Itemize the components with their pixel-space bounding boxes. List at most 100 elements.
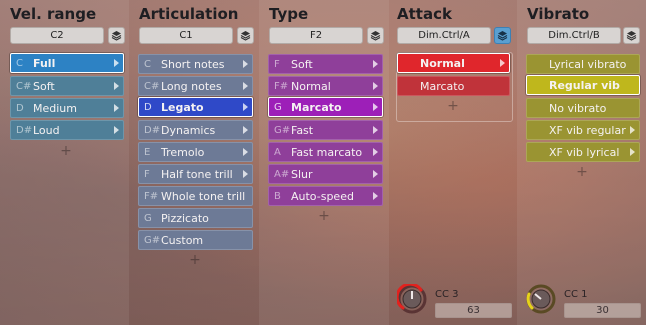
- list-item-short-notes[interactable]: C Short notes: [138, 54, 253, 74]
- list-item-attack-normal[interactable]: Normal: [397, 53, 510, 73]
- list-item-loud[interactable]: D# Loud: [10, 120, 124, 140]
- keyswitch-selector[interactable]: C2: [10, 27, 104, 44]
- note-label: G: [274, 101, 282, 113]
- list-item-soft[interactable]: C# Soft: [10, 76, 124, 96]
- chevron-right-icon: [243, 170, 248, 178]
- note-label: D: [144, 101, 152, 113]
- keyswitch-selector[interactable]: C1: [139, 27, 233, 44]
- column-articulation: Articulation C1 C Short notes C# Long no…: [129, 0, 259, 325]
- list-item-custom[interactable]: G# Custom: [138, 230, 253, 250]
- vibrato-cc-knob[interactable]: [526, 284, 556, 314]
- list-item-regular-vib[interactable]: Regular vib: [526, 75, 640, 95]
- note-label: C#: [144, 80, 160, 92]
- note-label: B: [274, 190, 281, 202]
- item-label: Fast: [291, 123, 314, 137]
- add-item-button[interactable]: +: [314, 208, 334, 224]
- note-label: D#: [16, 124, 33, 136]
- layers-button[interactable]: [623, 27, 640, 44]
- note-label: F: [144, 168, 150, 180]
- list-item-full[interactable]: C Full: [10, 53, 124, 73]
- note-label: F: [274, 58, 280, 70]
- item-label: Short notes: [161, 57, 225, 71]
- layers-button[interactable]: [237, 27, 254, 44]
- keyswitch-selector[interactable]: F2: [269, 27, 363, 44]
- add-item-button[interactable]: +: [572, 164, 592, 180]
- chevron-right-icon: [373, 170, 378, 178]
- list-item-pizzicato[interactable]: G Pizzicato: [138, 208, 253, 228]
- add-item-button[interactable]: +: [443, 98, 463, 114]
- attack-controller-selector[interactable]: Dim.Ctrl/A: [397, 27, 491, 44]
- item-label: Soft: [33, 79, 55, 93]
- list-item-legato[interactable]: D Legato: [138, 97, 253, 117]
- layers-icon: [370, 31, 381, 41]
- item-label: Normal: [291, 79, 331, 93]
- item-label: Full: [33, 56, 56, 70]
- item-label: Lyrical vibrato: [549, 57, 627, 71]
- chevron-right-icon: [243, 82, 248, 90]
- item-label: Normal: [420, 56, 465, 70]
- item-label: Marcato: [291, 100, 342, 114]
- attack-cc-knob[interactable]: [397, 284, 427, 314]
- list-item-marcato[interactable]: G Marcato: [268, 97, 383, 117]
- column-vel-range: Vel. range C2 C Full C# Soft D Medium D#…: [0, 0, 129, 325]
- note-label: D#: [144, 124, 161, 136]
- item-label: Whole tone trill: [161, 189, 246, 203]
- chevron-right-icon: [114, 59, 119, 67]
- layers-button[interactable]: [108, 27, 125, 44]
- chevron-right-icon: [373, 192, 378, 200]
- list-item-fast-marcato[interactable]: A Fast marcato: [268, 142, 383, 162]
- item-label: Slur: [291, 167, 313, 181]
- list-item-no-vibrato[interactable]: No vibrato: [526, 98, 640, 118]
- list-item-fast[interactable]: G# Fast: [268, 120, 383, 140]
- item-label: Pizzicato: [161, 211, 209, 225]
- list-item-tremolo[interactable]: E Tremolo: [138, 142, 253, 162]
- note-label: A#: [274, 168, 290, 180]
- item-label: XF vib regular: [549, 123, 626, 137]
- chevron-right-icon: [373, 126, 378, 134]
- list-item-dynamics[interactable]: D# Dynamics: [138, 120, 253, 140]
- list-item-lyrical-vibrato[interactable]: Lyrical vibrato: [526, 54, 640, 74]
- list-item-half-tone-trill[interactable]: F Half tone trill: [138, 164, 253, 184]
- list-item-normal[interactable]: F# Normal: [268, 76, 383, 96]
- note-label: C#: [16, 80, 32, 92]
- note-label: C: [16, 57, 23, 69]
- vibrato-controller-selector[interactable]: Dim.Ctrl/B: [527, 27, 621, 44]
- list-item-attack-marcato[interactable]: Marcato: [397, 76, 510, 96]
- item-label: Dynamics: [161, 123, 216, 137]
- list-item-xf-vib-lyrical[interactable]: XF vib lyrical: [526, 142, 640, 162]
- note-label: G#: [274, 124, 291, 136]
- column-vibrato: Vibrato Dim.Ctrl/B Lyrical vibrato Regul…: [517, 0, 646, 325]
- list-item-soft[interactable]: F Soft: [268, 54, 383, 74]
- chevron-right-icon: [243, 60, 248, 68]
- list-item-xf-vib-regular[interactable]: XF vib regular: [526, 120, 640, 140]
- note-label: F#: [144, 190, 159, 202]
- note-label: G#: [144, 234, 161, 246]
- note-label: C: [144, 58, 151, 70]
- chevron-right-icon: [500, 59, 505, 67]
- list-item-medium[interactable]: D Medium: [10, 98, 124, 118]
- column-title-attack: Attack: [397, 5, 452, 23]
- add-item-button[interactable]: +: [185, 252, 205, 268]
- layers-button[interactable]: [367, 27, 384, 44]
- vibrato-cc-value[interactable]: 30: [564, 303, 641, 318]
- note-label: G: [144, 212, 152, 224]
- chevron-right-icon: [243, 126, 248, 134]
- column-title: Vel. range: [10, 5, 97, 23]
- chevron-right-icon: [243, 148, 248, 156]
- list-item-long-notes[interactable]: C# Long notes: [138, 76, 253, 96]
- layers-icon: [626, 31, 637, 41]
- item-label: Legato: [161, 100, 204, 114]
- chevron-right-icon: [114, 104, 119, 112]
- attack-cc-value[interactable]: 63: [435, 303, 512, 318]
- add-item-button[interactable]: +: [56, 143, 76, 159]
- column-title: Type: [269, 5, 309, 23]
- list-item-auto-speed[interactable]: B Auto-speed: [268, 186, 383, 206]
- item-label: Half tone trill: [161, 167, 233, 181]
- attack-cc-label: CC 3: [435, 289, 459, 300]
- note-label: E: [144, 146, 151, 158]
- list-item-whole-tone-trill[interactable]: F# Whole tone trill: [138, 186, 253, 206]
- layers-button-active[interactable]: [494, 27, 511, 44]
- list-item-slur[interactable]: A# Slur: [268, 164, 383, 184]
- item-label: Tremolo: [161, 145, 205, 159]
- note-label: D: [16, 102, 24, 114]
